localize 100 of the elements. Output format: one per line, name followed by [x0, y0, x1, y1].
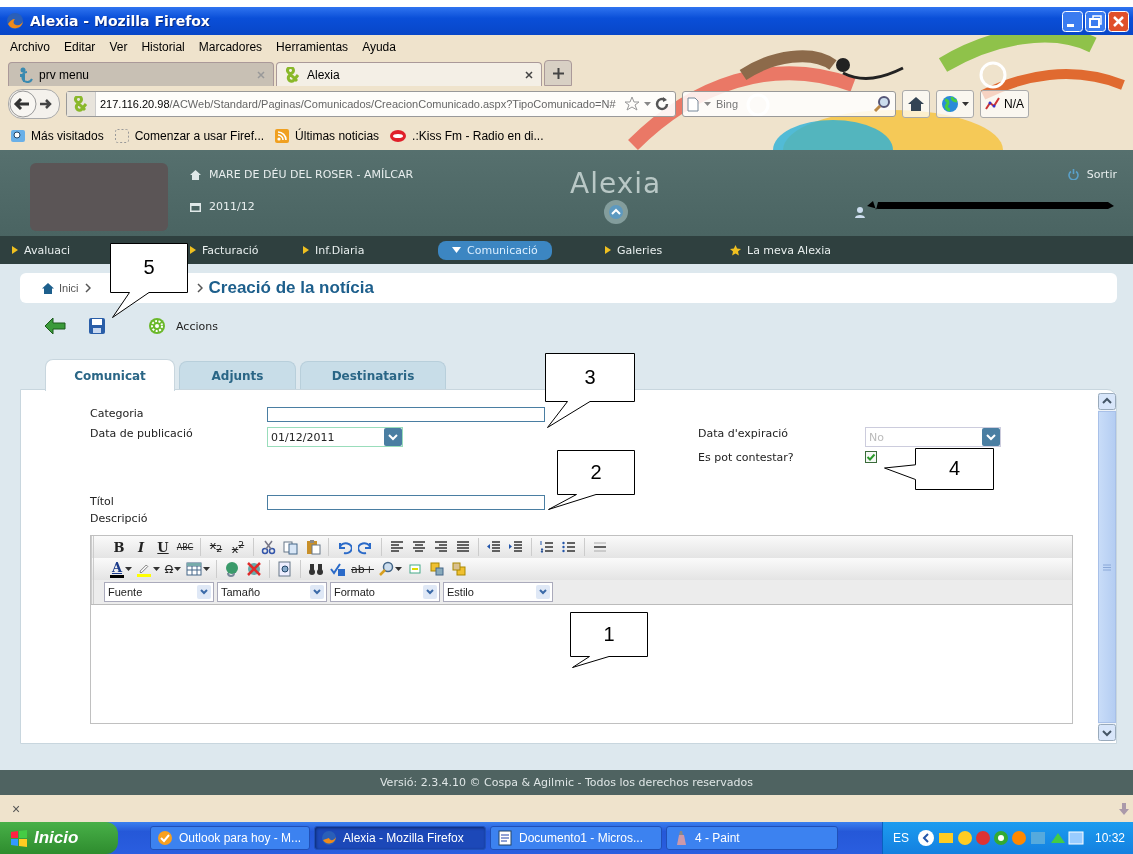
clock: 10:32: [1094, 831, 1125, 845]
format-dropdown[interactable]: Formato: [330, 582, 440, 602]
format-button[interactable]: x$^{2}$: [227, 537, 249, 557]
copy-icon: [283, 539, 299, 555]
nav-menu-item[interactable]: Inf.Diaria: [303, 240, 375, 260]
collapse-button[interactable]: [602, 199, 629, 225]
nav-menu-item[interactable]: Facturació: [190, 240, 269, 260]
color-button[interactable]: A: [108, 559, 134, 579]
menu-item[interactable]: Ayuda: [362, 39, 396, 54]
field-label: Descripció: [90, 512, 148, 525]
actions-menu[interactable]: Accions: [148, 317, 218, 335]
menu-item[interactable]: Historial: [141, 39, 185, 54]
home-button[interactable]: [902, 90, 930, 118]
format-dropdown[interactable]: Estilo: [443, 582, 553, 602]
outdent-icon: [486, 539, 502, 555]
menu-item[interactable]: Herramientas: [276, 39, 349, 54]
minimize-button[interactable]: [1062, 10, 1083, 32]
bookmark-link[interactable]: Más visitados: [31, 129, 104, 143]
download-arrow-icon: [1119, 802, 1129, 815]
unlink-icon: [246, 561, 262, 577]
format-button[interactable]: Ω: [162, 559, 184, 579]
menu-item[interactable]: Editar: [64, 39, 96, 54]
caret-right-icon: [303, 246, 309, 254]
home-icon: [190, 169, 201, 180]
justify-icon: [455, 539, 471, 555]
back-arrow-icon[interactable]: [44, 317, 66, 335]
format-dropdown[interactable]: Fuente: [104, 582, 214, 602]
title-field[interactable]: [267, 495, 545, 510]
nav-menu-item[interactable]: Galeries: [605, 240, 673, 260]
bring-forward-icon: [428, 561, 445, 577]
restore-button[interactable]: [1085, 10, 1106, 32]
menu-item[interactable]: Archivo: [10, 39, 50, 54]
ampersand-icon: [285, 66, 301, 83]
nav-menu-item[interactable]: Avaluaci: [12, 240, 80, 260]
magnifier-folder-icon: [10, 128, 26, 144]
menu-item[interactable]: Marcadores: [198, 39, 263, 54]
star-icon[interactable]: [624, 96, 640, 112]
bookmark-link[interactable]: Comenzar a usar Firef...: [134, 129, 265, 143]
menu-item[interactable]: Ver: [109, 39, 128, 54]
format-button[interactable]: ABC: [174, 537, 196, 557]
indent-icon: [508, 539, 524, 555]
format-button[interactable]: I: [130, 537, 152, 557]
category-field[interactable]: [267, 407, 545, 422]
power-icon: [1067, 169, 1079, 180]
format-dropdown[interactable]: Tamaño: [217, 582, 327, 602]
format-button[interactable]: U: [152, 537, 174, 557]
frame-icon: [406, 561, 423, 577]
new-tab-button[interactable]: [544, 60, 572, 86]
form-tab[interactable]: Comunicat: [45, 359, 175, 391]
checkbox[interactable]: [865, 451, 877, 463]
taskbar-button[interactable]: Alexia - Mozilla Firefox: [314, 826, 486, 850]
format-button[interactable]: ab+: [349, 559, 376, 579]
back-button[interactable]: [9, 90, 37, 118]
table-icon: [186, 561, 202, 577]
close-findbar-button[interactable]: ×: [12, 800, 21, 817]
address-bar[interactable]: 217.116.20.98/ACWeb/Standard/Paginas/Comunicados/CreacionComunicado.aspx?TipoComunicado=N#: [66, 91, 676, 117]
letter-label: A: [111, 560, 123, 575]
bookmark-link[interactable]: Últimas noticias: [295, 129, 380, 143]
horizontal-rule-icon: [592, 539, 608, 555]
logout-link[interactable]: Sortir: [1067, 168, 1117, 181]
send-backward-icon: [450, 561, 467, 577]
breadcrumb-home-link[interactable]: Inici: [42, 282, 79, 294]
dashed-page-icon: [113, 128, 130, 144]
star-icon: [730, 244, 741, 256]
browser-tab[interactable]: prv menu: [8, 62, 274, 86]
nav-menu-item[interactable]: La meva Alexia: [730, 240, 842, 260]
home-icon: [907, 96, 925, 112]
ampersand-icon: [73, 96, 89, 112]
date-dropdown[interactable]: 01/12/2011: [267, 427, 403, 447]
caret-right-icon: [12, 246, 18, 254]
forward-icon[interactable]: [39, 97, 53, 111]
format-button[interactable]: B: [108, 537, 130, 557]
app-icon: [157, 830, 173, 846]
scrollbar[interactable]: [1098, 393, 1116, 741]
zoom-icon: [377, 561, 394, 577]
form-tab[interactable]: Destinataris: [300, 361, 446, 389]
taskbar-button[interactable]: Documento1 - Micros...: [490, 826, 662, 850]
bookmark-link[interactable]: .:Kiss Fm - Radio en di...: [412, 129, 544, 143]
gear-icon: [148, 317, 166, 335]
caret-right-icon: [605, 246, 611, 254]
close-icon[interactable]: [525, 70, 533, 79]
globe-icon: [941, 95, 959, 113]
dropdown-value: Formato: [334, 586, 375, 598]
search-icon[interactable]: [873, 95, 891, 113]
taskbar-button[interactable]: Outlook para hoy - M...: [150, 826, 310, 850]
save-icon[interactable]: [88, 317, 106, 335]
search-field[interactable]: Bing: [682, 91, 896, 117]
reload-icon[interactable]: [655, 97, 669, 111]
close-button[interactable]: [1108, 10, 1129, 32]
toolbar-button[interactable]: [184, 559, 212, 579]
caret-icon: [704, 102, 711, 106]
app-icon: [321, 830, 337, 846]
caret-down-icon: [452, 247, 461, 253]
format-button[interactable]: x$_{2}$: [205, 537, 227, 557]
callout: 2: [548, 450, 635, 510]
globe-button[interactable]: [936, 90, 974, 118]
browser-tab[interactable]: Alexia: [276, 62, 542, 86]
taskbar-button[interactable]: 4 - Paint: [666, 826, 838, 850]
form-tab[interactable]: Adjunts: [179, 361, 296, 389]
addon-button[interactable]: N/A: [980, 90, 1029, 118]
